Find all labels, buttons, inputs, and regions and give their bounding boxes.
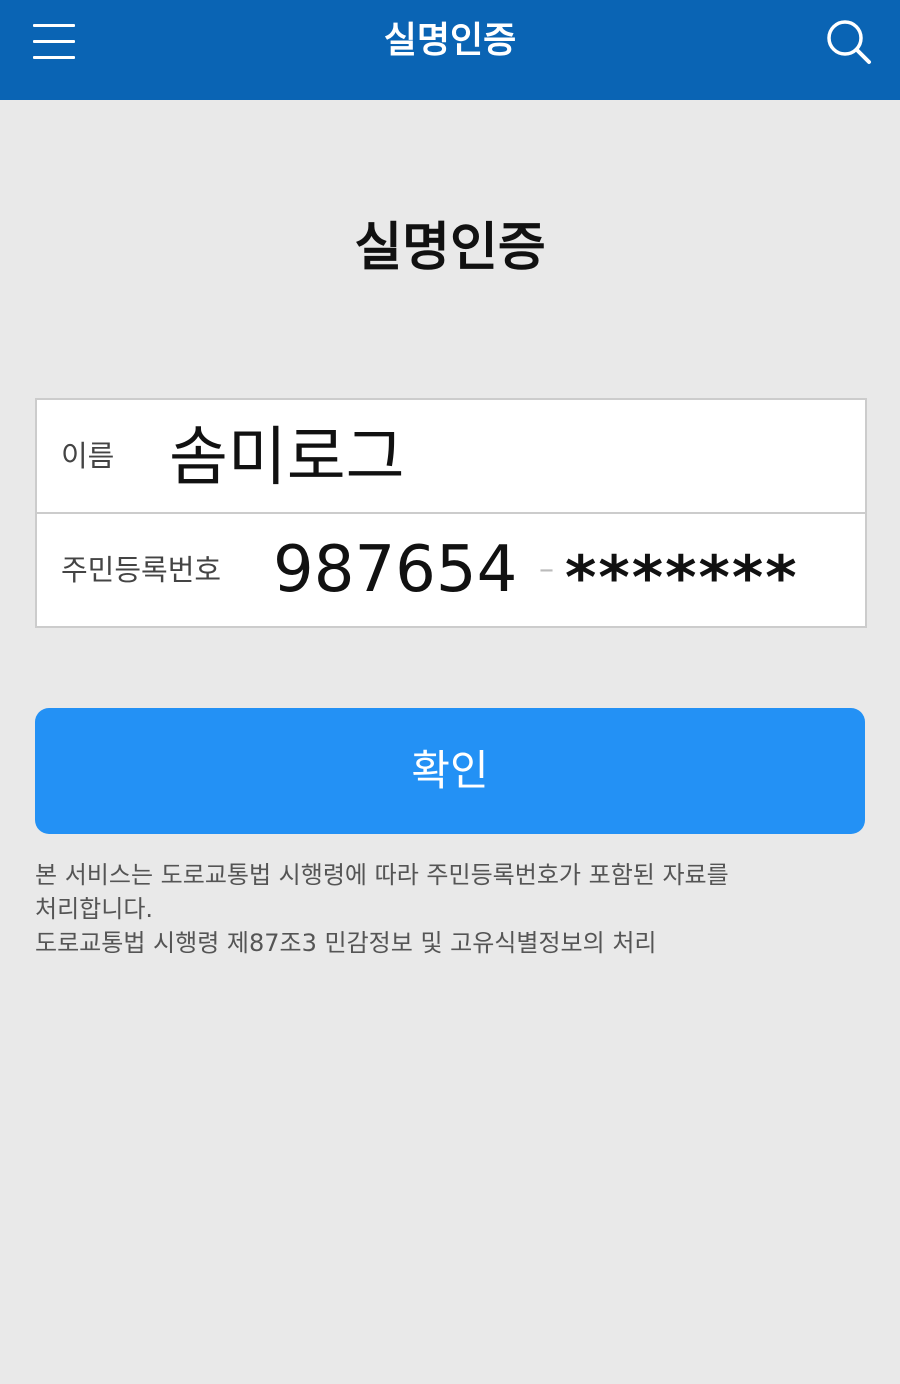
page-title: 실명인증 (354, 218, 546, 278)
rrn-label: 주민등록번호 (61, 553, 222, 587)
notice-line: 본 서비스는 도로교통법 시행령에 따라 주민등록번호가 포함된 자료를 (35, 861, 729, 889)
notice-line: 처리합니다. (35, 895, 154, 923)
name-label: 이름 (61, 439, 115, 473)
confirm-button[interactable]: 확인 (35, 708, 865, 834)
notice-line: 도로교통법 시행령 제87조3 민감정보 및 고유식별정보의 처리 (35, 929, 657, 957)
identity-form: 이름 솜미로그 주민등록번호 987654 – ******* (35, 398, 867, 628)
search-icon (827, 20, 871, 64)
menu-button[interactable] (26, 18, 82, 64)
rrn-separator: – (539, 552, 554, 587)
privacy-notice: 본 서비스는 도로교통법 시행령에 따라 주민등록번호가 포함된 자료를 처리합… (35, 858, 855, 960)
name-input[interactable]: 솜미로그 (169, 400, 405, 512)
search-button[interactable] (820, 14, 876, 70)
name-row[interactable]: 이름 솜미로그 (37, 400, 865, 514)
app-bar-title: 실명인증 (383, 20, 517, 61)
top-app-bar: 실명인증 (0, 0, 900, 100)
rrn-row[interactable]: 주민등록번호 987654 – ******* (37, 514, 865, 626)
rrn-back-input[interactable]: ******* (565, 514, 799, 626)
rrn-front-input[interactable]: 987654 (273, 514, 517, 626)
